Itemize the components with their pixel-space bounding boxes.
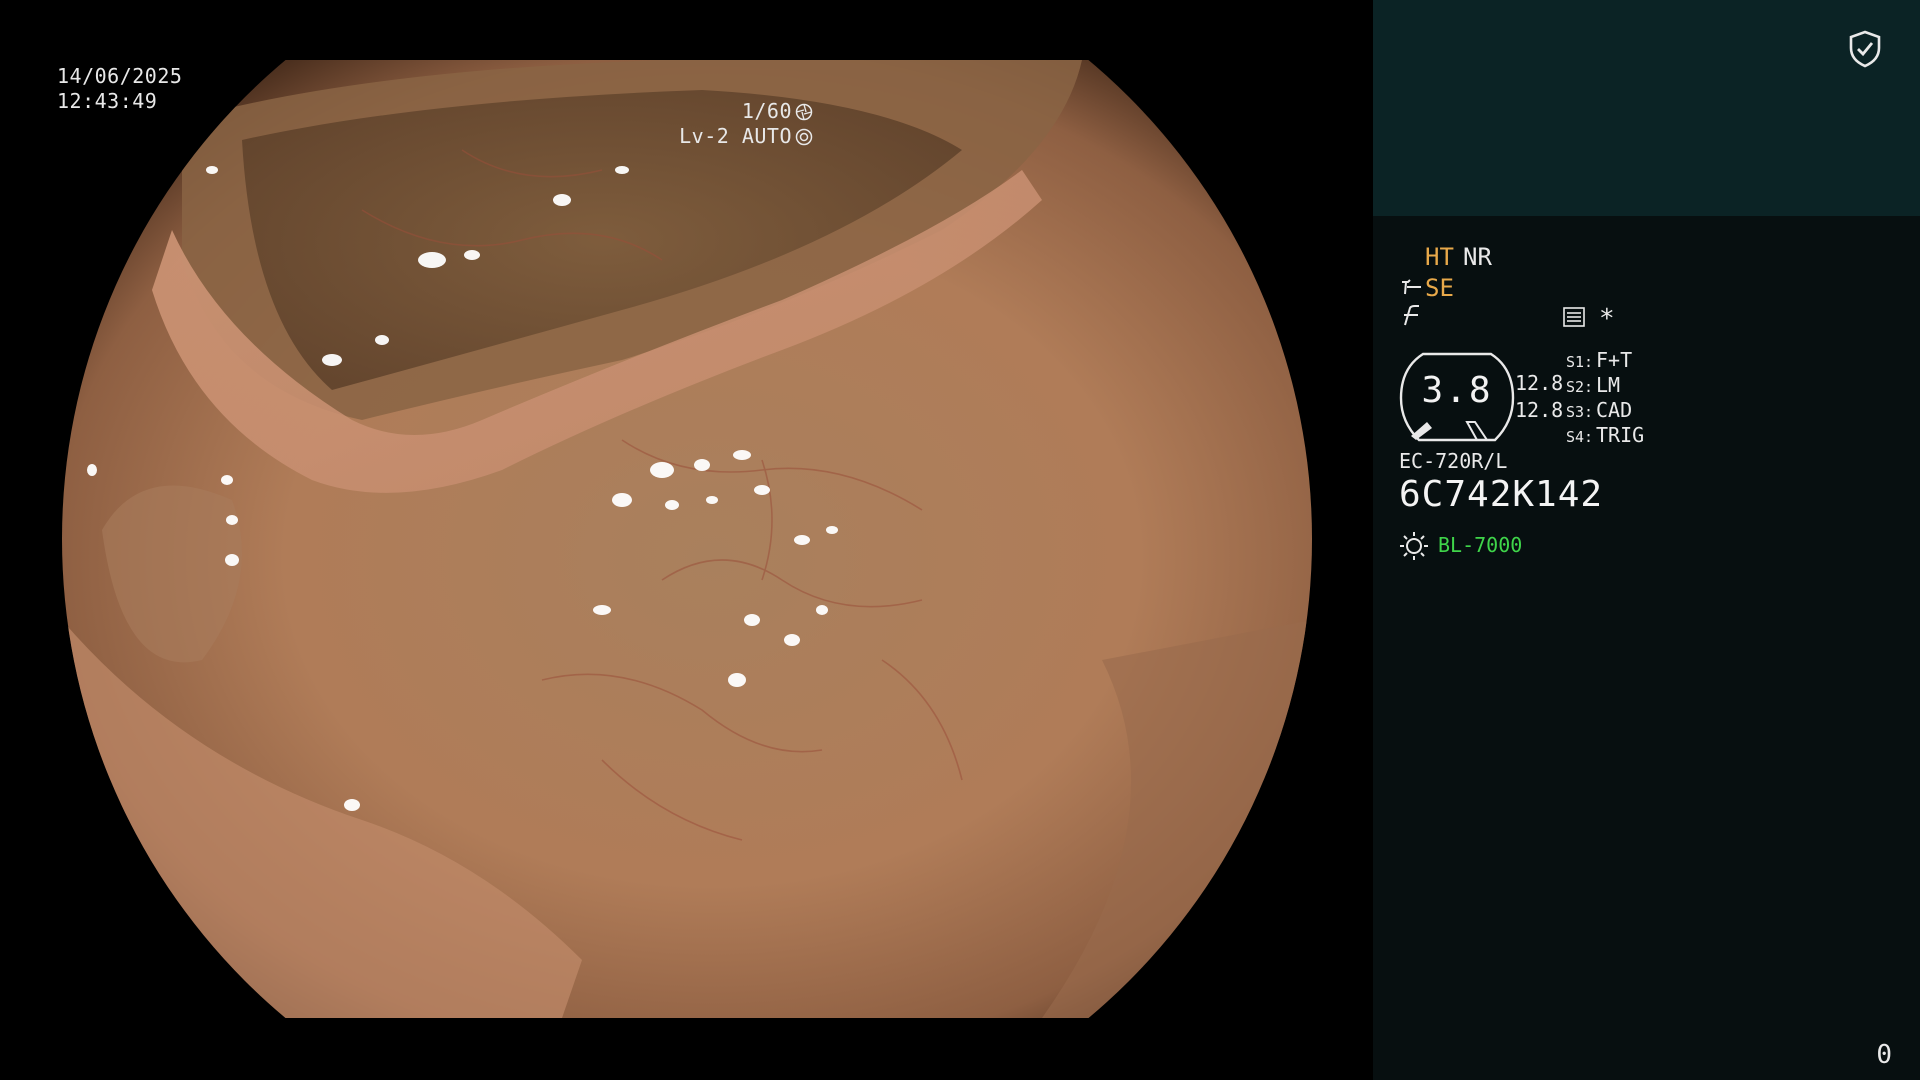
switch-key: S4: bbox=[1566, 428, 1594, 446]
iris-icon bbox=[795, 128, 813, 145]
light-bulb-icon bbox=[1400, 532, 1428, 560]
panel-header bbox=[1373, 0, 1920, 216]
switch-row: S2: LM bbox=[1566, 373, 1644, 398]
date-time: 14/06/2025 12:43:49 bbox=[57, 64, 182, 114]
scope-serial: 6C742K142 bbox=[1399, 474, 1604, 515]
nr-label: NR bbox=[1463, 243, 1492, 271]
switch-row: S3: CAD bbox=[1566, 398, 1644, 423]
switch-value: CAD bbox=[1596, 398, 1633, 422]
switch-key: S1: bbox=[1566, 353, 1594, 371]
switch-value: F+T bbox=[1596, 348, 1633, 372]
switch-list: S1: F+T S2: LM S3: CAD S4: TRIG bbox=[1566, 348, 1644, 448]
endoscope-image-area: 14/06/2025 12:43:49 1/60 Lv-2 AUTO bbox=[0, 0, 1373, 1080]
switch-row: S1: F+T bbox=[1566, 348, 1644, 373]
light-source-label: BL-7000 bbox=[1438, 533, 1523, 557]
scope-model: EC-720R/L bbox=[1399, 449, 1508, 473]
shutter-speed: 1/60 bbox=[741, 99, 792, 123]
gauge-upper-value: 12.8 bbox=[1515, 371, 1564, 395]
endoscopy-screen: 14/06/2025 12:43:49 1/60 Lv-2 AUTO HT NR… bbox=[0, 0, 1920, 1080]
image-counter: 0 bbox=[1876, 1040, 1892, 1070]
gauge-lower-value: 12.8 bbox=[1515, 398, 1564, 422]
exposure-info: 1/60 Lv-2 AUTO bbox=[679, 99, 813, 149]
star-mark: * bbox=[1599, 304, 1615, 334]
settings-list-icon bbox=[1563, 307, 1585, 327]
colon-mucosa-image bbox=[62, 60, 1312, 1018]
shield-check-icon bbox=[1849, 30, 1881, 68]
aperture-icon bbox=[795, 103, 813, 120]
time-text: 12:43:49 bbox=[57, 89, 158, 113]
switch-row: S4: TRIG bbox=[1566, 423, 1644, 448]
switch-key: S2: bbox=[1566, 378, 1594, 396]
shutter-row: 1/60 bbox=[679, 99, 813, 124]
iris-row: Lv-2 AUTO bbox=[679, 124, 813, 149]
switch-key: S3: bbox=[1566, 403, 1594, 421]
gauge-value: 3.8 bbox=[1421, 370, 1493, 411]
se-label: SE bbox=[1425, 274, 1454, 302]
switch-value: TRIG bbox=[1596, 423, 1645, 447]
info-panel: HT NR SE * 3.8 12.8 12.8 S1: F+T S2: LM … bbox=[1373, 0, 1920, 1080]
f-hook-icon bbox=[1404, 305, 1419, 326]
scope-se-icon bbox=[1402, 279, 1421, 295]
switch-value: LM bbox=[1596, 373, 1621, 397]
endoscope-view bbox=[62, 60, 1312, 1018]
ht-label: HT bbox=[1425, 243, 1454, 271]
iris-mode: Lv-2 AUTO bbox=[679, 124, 792, 148]
date-text: 14/06/2025 bbox=[57, 64, 183, 88]
